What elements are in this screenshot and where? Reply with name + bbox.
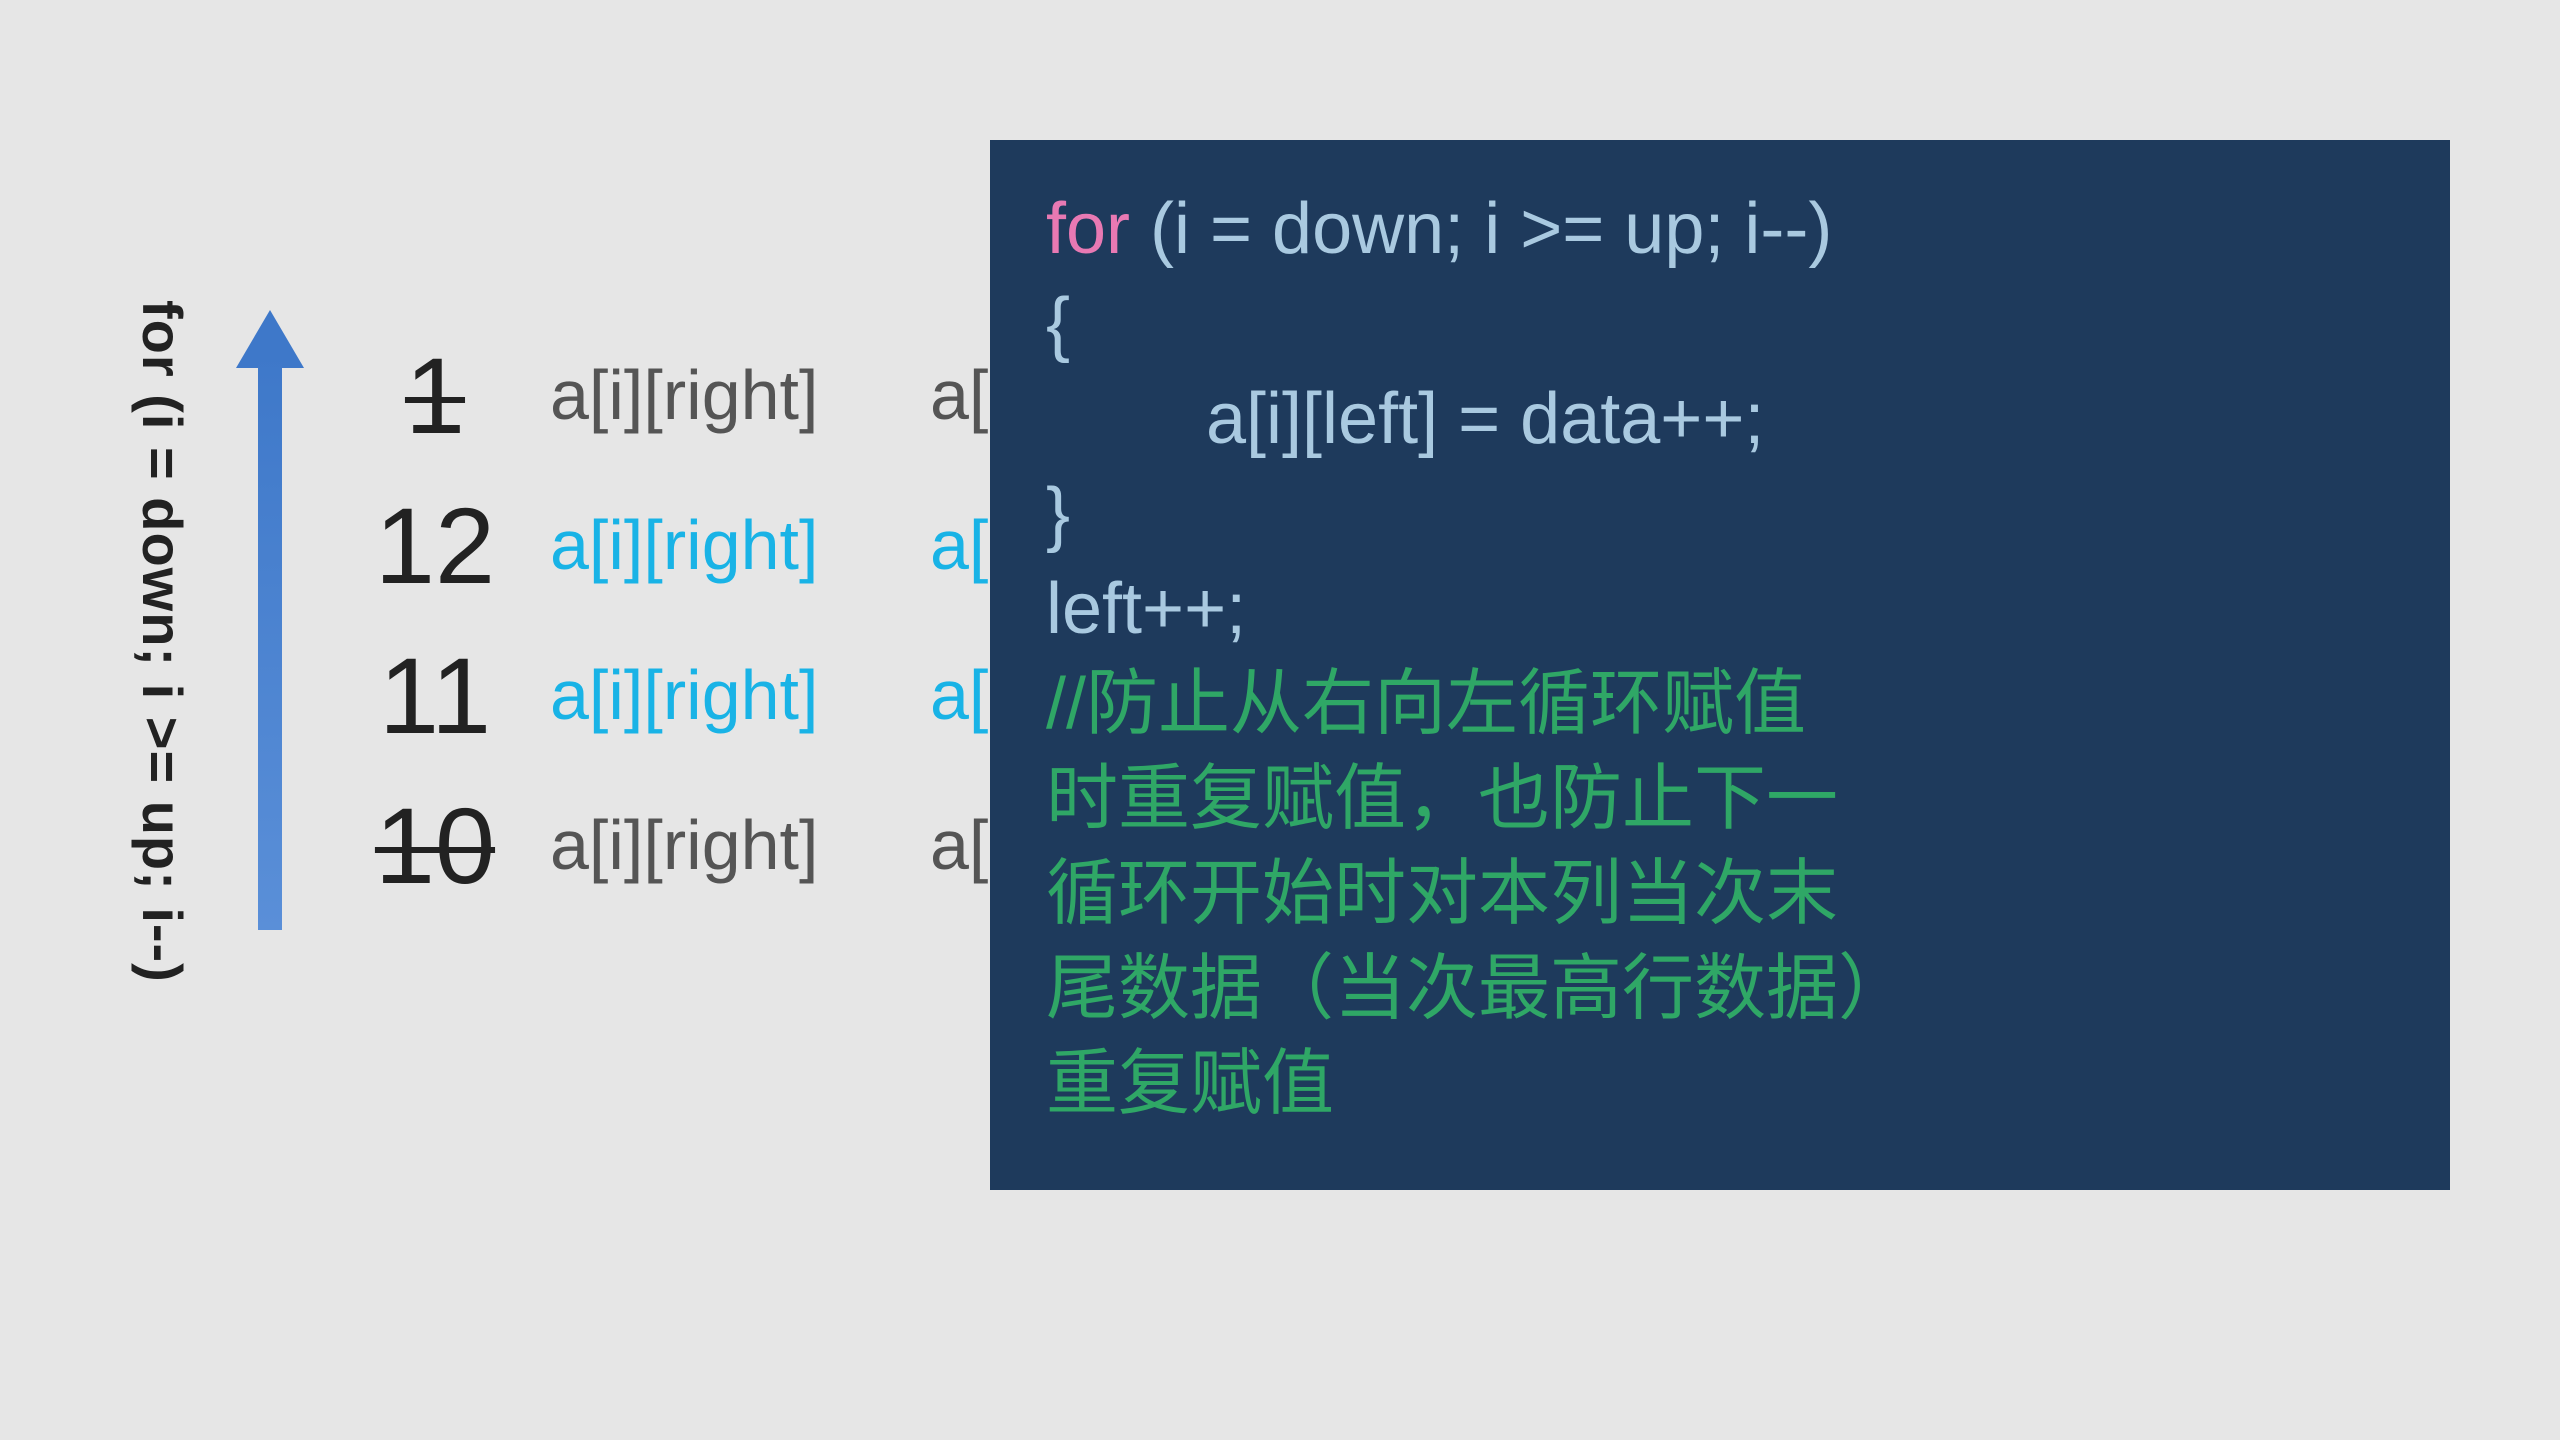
- row-expr: a[i][right]: [550, 655, 910, 735]
- row-number: 12: [330, 483, 540, 608]
- row-number: 1: [330, 333, 540, 458]
- code-line: {: [1046, 277, 2394, 372]
- code-line: }: [1046, 467, 2394, 562]
- row-expr: a[i][right]: [550, 355, 910, 435]
- code-comment: 尾数据（当次最高行数据）: [1046, 942, 2394, 1037]
- code-condition: (i = down; i >= up; i--): [1150, 189, 1832, 269]
- code-keyword: for: [1046, 189, 1150, 269]
- vertical-for-label: for (i = down; i >= up; i--): [130, 300, 195, 983]
- row-number: 10: [330, 783, 540, 908]
- code-line: a[i][left] = data++;: [1046, 372, 2394, 467]
- row-number: 11: [330, 633, 540, 758]
- code-comment: 循环开始时对本列当次末: [1046, 847, 2394, 942]
- code-line: for (i = down; i >= up; i--): [1046, 182, 2394, 277]
- up-arrow-icon: [240, 310, 300, 930]
- code-comment: 时重复赋值，也防止下一: [1046, 752, 2394, 847]
- row-expr: a[i][right]: [550, 505, 910, 585]
- code-block: for (i = down; i >= up; i--) { a[i][left…: [990, 140, 2450, 1190]
- code-comment: //防止从右向左循环赋值: [1046, 657, 2394, 752]
- code-line: left++;: [1046, 562, 2394, 657]
- code-body: a[i][left] = data++;: [1206, 372, 1764, 467]
- code-comment: 重复赋值: [1046, 1037, 2394, 1132]
- row-expr: a[i][right]: [550, 805, 910, 885]
